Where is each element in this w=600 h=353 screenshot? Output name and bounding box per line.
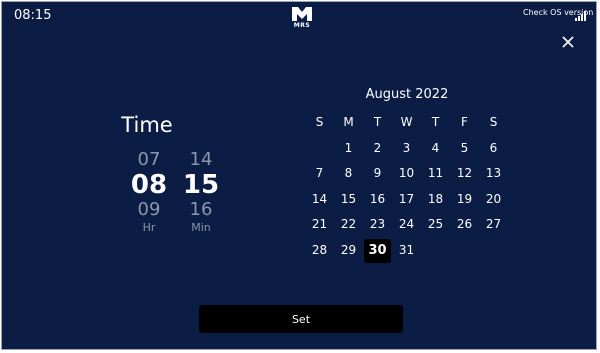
calendar-week-row: 14 15 16 17 18 19 20 bbox=[305, 187, 513, 213]
calendar-day[interactable]: 21 bbox=[305, 212, 334, 238]
status-clock: 08:15 bbox=[14, 8, 52, 23]
calendar-day[interactable]: 19 bbox=[450, 187, 479, 213]
calendar-day[interactable]: 12 bbox=[450, 161, 479, 187]
calendar-day[interactable]: 26 bbox=[450, 212, 479, 238]
calendar-day[interactable]: 6 bbox=[479, 136, 508, 162]
calendar-day[interactable]: 23 bbox=[363, 212, 392, 238]
minute-next[interactable]: 16 bbox=[179, 199, 223, 221]
calendar-day[interactable]: 14 bbox=[305, 187, 334, 213]
calendar-day[interactable]: 27 bbox=[479, 212, 508, 238]
calendar-empty-cell bbox=[305, 136, 334, 162]
calendar-day[interactable]: 1 bbox=[334, 136, 363, 162]
minute-selected[interactable]: 15 bbox=[179, 171, 223, 199]
weekday-label: S bbox=[315, 115, 324, 129]
minute-picker[interactable]: 14 15 16 Min bbox=[179, 149, 223, 235]
calendar-day[interactable]: 24 bbox=[392, 212, 421, 238]
weekday-label: S bbox=[489, 115, 498, 129]
weekday-label: F bbox=[461, 115, 468, 129]
calendar-day[interactable]: 5 bbox=[450, 136, 479, 162]
signal-icon bbox=[575, 11, 586, 21]
calendar-day[interactable]: 10 bbox=[392, 161, 421, 187]
hour-picker[interactable]: 07 08 09 Hr bbox=[127, 149, 171, 235]
calendar-day[interactable]: 3 bbox=[392, 136, 421, 162]
calendar-day[interactable]: 30 bbox=[363, 238, 392, 264]
calendar-day-selected[interactable]: 30 bbox=[364, 238, 391, 263]
calendar-day[interactable]: 7 bbox=[305, 161, 334, 187]
weekday-label: T bbox=[373, 115, 382, 129]
calendar-week-row: 123456 bbox=[305, 136, 513, 162]
hour-prev[interactable]: 07 bbox=[127, 149, 171, 171]
calendar-day[interactable]: 31 bbox=[392, 238, 421, 264]
calendar-week-row: 21 22 23 24 25 26 27 bbox=[305, 212, 513, 238]
weekday-header: S M T W T F S bbox=[305, 110, 513, 136]
date-time-screen: 08:15 MRS Check OS version Time 07 08 09… bbox=[1, 1, 597, 350]
calendar-day[interactable]: 4 bbox=[421, 136, 450, 162]
calendar-day[interactable]: 20 bbox=[479, 187, 508, 213]
logo-text: MRS bbox=[293, 22, 311, 29]
calendar-day[interactable]: 22 bbox=[334, 212, 363, 238]
hour-selected[interactable]: 08 bbox=[127, 171, 171, 199]
weekday-label: M bbox=[343, 115, 354, 129]
calendar-day[interactable]: 8 bbox=[334, 161, 363, 187]
calendar-day[interactable]: 9 bbox=[363, 161, 392, 187]
minute-unit-label: Min bbox=[191, 221, 211, 234]
calendar-day[interactable]: 15 bbox=[334, 187, 363, 213]
calendar-day[interactable]: 17 bbox=[392, 187, 421, 213]
calendar-day[interactable]: 13 bbox=[479, 161, 508, 187]
close-icon[interactable] bbox=[561, 35, 575, 49]
calendar-day[interactable]: 29 bbox=[334, 238, 363, 264]
hour-next[interactable]: 09 bbox=[127, 199, 171, 221]
calendar-week-row: 7 8 9 10 11 12 13 bbox=[305, 161, 513, 187]
calendar-day[interactable]: 11 bbox=[421, 161, 450, 187]
calendar-weeks: 1 2 3 4 5 6 7 8 9 10 11 12 13 14 15 16 17 18 19 20 21 22 23 24 2… bbox=[305, 136, 513, 264]
set-button[interactable]: Set bbox=[199, 305, 403, 333]
hour-unit-label: Hr bbox=[142, 221, 156, 234]
minute-prev[interactable]: 14 bbox=[179, 149, 223, 171]
calendar-empty-cell bbox=[421, 238, 450, 264]
calendar-empty-cell bbox=[479, 238, 508, 264]
calendar-week-row: 28 29 30 31 bbox=[305, 238, 513, 264]
calendar-day[interactable]: 28 bbox=[305, 238, 334, 264]
calendar-day[interactable]: 16 bbox=[363, 187, 392, 213]
calendar-grid: S M T W T F S 1 2 3 4 5 6 7 8 9 10 11 12 13 14 15 16 17 1… bbox=[305, 110, 513, 263]
calendar-empty-cell bbox=[450, 238, 479, 264]
calendar-month-title: August 2022 bbox=[365, 87, 449, 102]
time-title: Time bbox=[121, 113, 173, 137]
weekday-label: T bbox=[431, 115, 440, 129]
calendar-day[interactable]: 18 bbox=[421, 187, 450, 213]
calendar-day[interactable]: 25 bbox=[421, 212, 450, 238]
weekday-label: W bbox=[400, 115, 413, 129]
calendar-day[interactable]: 2 bbox=[363, 136, 392, 162]
